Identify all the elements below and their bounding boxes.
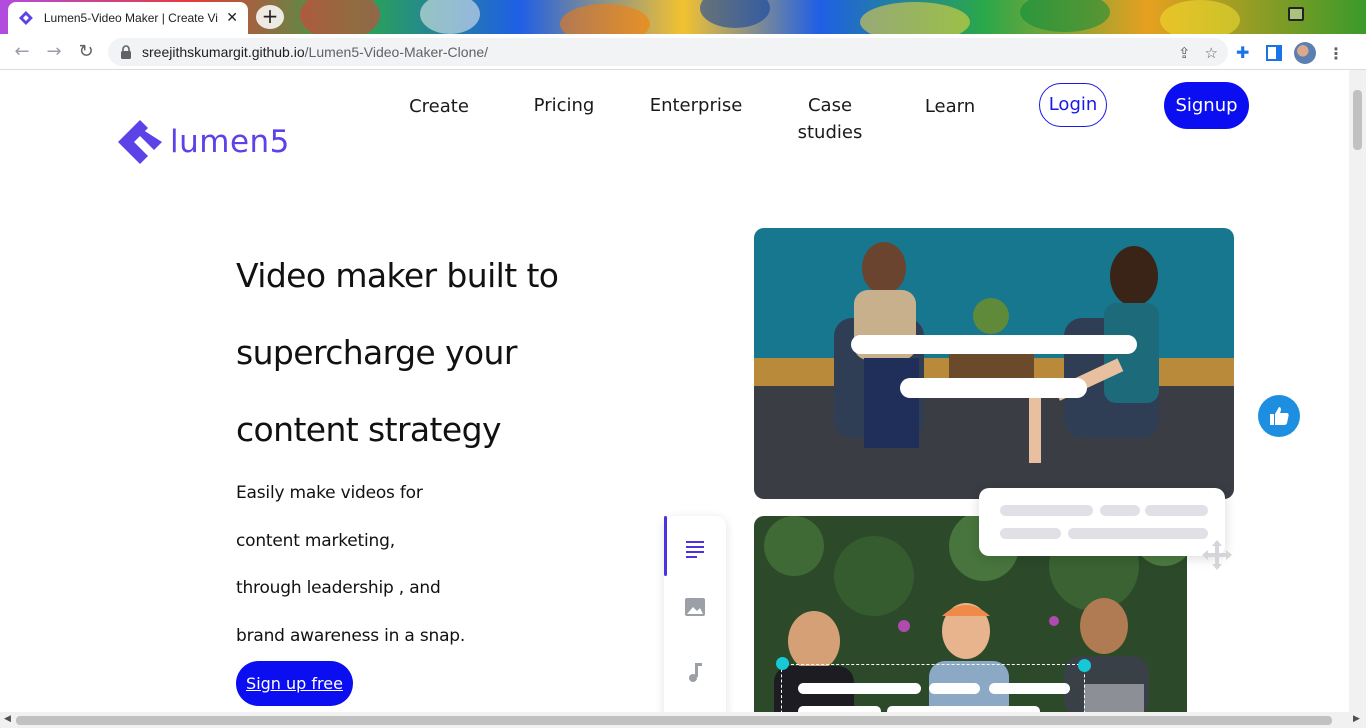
thumbs-up-icon [1270,407,1289,425]
tab-close-icon[interactable]: ✕ [226,10,238,26]
text-placeholder-bar [1068,528,1208,539]
browser-tab-active[interactable]: Lumen5-Video Maker | Create Vi ✕ [8,2,248,34]
nav-create[interactable]: Create [400,93,478,120]
music-note-icon[interactable] [683,660,707,684]
vertical-scrollbar[interactable] [1349,70,1366,712]
scroll-right-arrow-icon[interactable]: ▶ [1353,714,1360,724]
horizontal-scrollbar[interactable]: ◀ ▶ [0,712,1366,728]
text-placeholder-bar [1145,505,1208,516]
nav-enterprise[interactable]: Enterprise [646,92,746,119]
thumbs-up-button[interactable] [1258,395,1300,437]
restore-window-icon[interactable] [1288,7,1304,21]
forward-arrow-icon[interactable]: → [42,40,66,64]
url-host: sreejithskumargit.github.io [142,44,305,60]
active-tool-indicator [664,516,667,576]
hero-headline-line-1: Video maker built to [236,256,559,295]
nav-learn[interactable]: Learn [916,93,984,120]
lumen5-logo-icon [118,120,162,164]
text-placeholder-bar [1000,505,1093,516]
side-panel-icon[interactable] [1266,45,1282,61]
tab-title: Lumen5-Video Maker | Create Vi [43,11,218,25]
nav-case-studies[interactable]: Case studies [790,92,870,146]
vertical-scrollbar-thumb[interactable] [1353,90,1362,150]
back-arrow-icon[interactable]: ← [10,40,34,64]
resize-handle[interactable] [776,657,789,670]
text-placeholder-bar [1000,528,1061,539]
lumen5-favicon-icon [18,11,33,25]
nav-pricing[interactable]: Pricing [525,92,603,119]
text-style-card [979,488,1225,556]
url-path: /Lumen5-Video-Maker-Clone/ [304,44,489,60]
hero-headline-line-3: content strategy [236,410,501,449]
hero-sub-line-1: Easily make videos for [236,483,423,503]
image-icon[interactable] [683,595,707,619]
hero-sub-line-2: content marketing, [236,531,395,551]
lumen5-logo[interactable]: lumen5 [116,118,290,166]
hero-sub-line-3: through leadership , and [236,578,441,598]
caption-placeholder-bar [900,378,1087,398]
login-button[interactable]: Login [1039,83,1107,127]
editor-tool-sidebar [664,516,726,712]
address-bar[interactable]: sreejithskumargit.github.io /Lumen5-Vide… [108,38,1228,66]
scroll-left-arrow-icon[interactable]: ◀ [4,714,11,724]
hero-sub-line-4: brand awareness in a snap. [236,626,466,646]
logo-wordmark: lumen5 [170,124,290,160]
text-lines-icon[interactable] [683,536,707,560]
web-page: lumen5 Create Pricing Enterprise Case st… [0,70,1349,712]
hero-headline-line-2: supercharge your [236,333,517,372]
signup-button[interactable]: Signup [1164,82,1249,129]
profile-avatar[interactable] [1294,42,1316,64]
text-selection-box[interactable] [781,664,1085,712]
lock-icon [121,45,131,59]
reload-icon[interactable]: ↻ [74,40,98,64]
resize-handle[interactable] [1078,659,1091,672]
extensions-puzzle-icon[interactable]: ✚ [1236,44,1254,62]
browser-tabstrip: Lumen5-Video Maker | Create Vi ✕ + [0,0,1366,34]
browser-menu-icon[interactable]: ⋮ [1328,44,1344,63]
browser-toolbar: ← → ↻ sreejithskumargit.github.io /Lumen… [0,34,1366,70]
hero-photo-conversation [754,228,1234,499]
horizontal-scrollbar-thumb[interactable] [16,716,1332,725]
sign-up-free-button[interactable]: Sign up free [236,661,353,706]
text-placeholder-bar [1100,505,1140,516]
move-arrows-icon[interactable] [1200,538,1234,572]
bookmark-star-icon[interactable]: ☆ [1205,44,1218,62]
new-tab-button[interactable]: + [256,5,284,29]
share-icon[interactable]: ⇪ [1178,44,1191,62]
caption-placeholder-bar [851,335,1137,354]
